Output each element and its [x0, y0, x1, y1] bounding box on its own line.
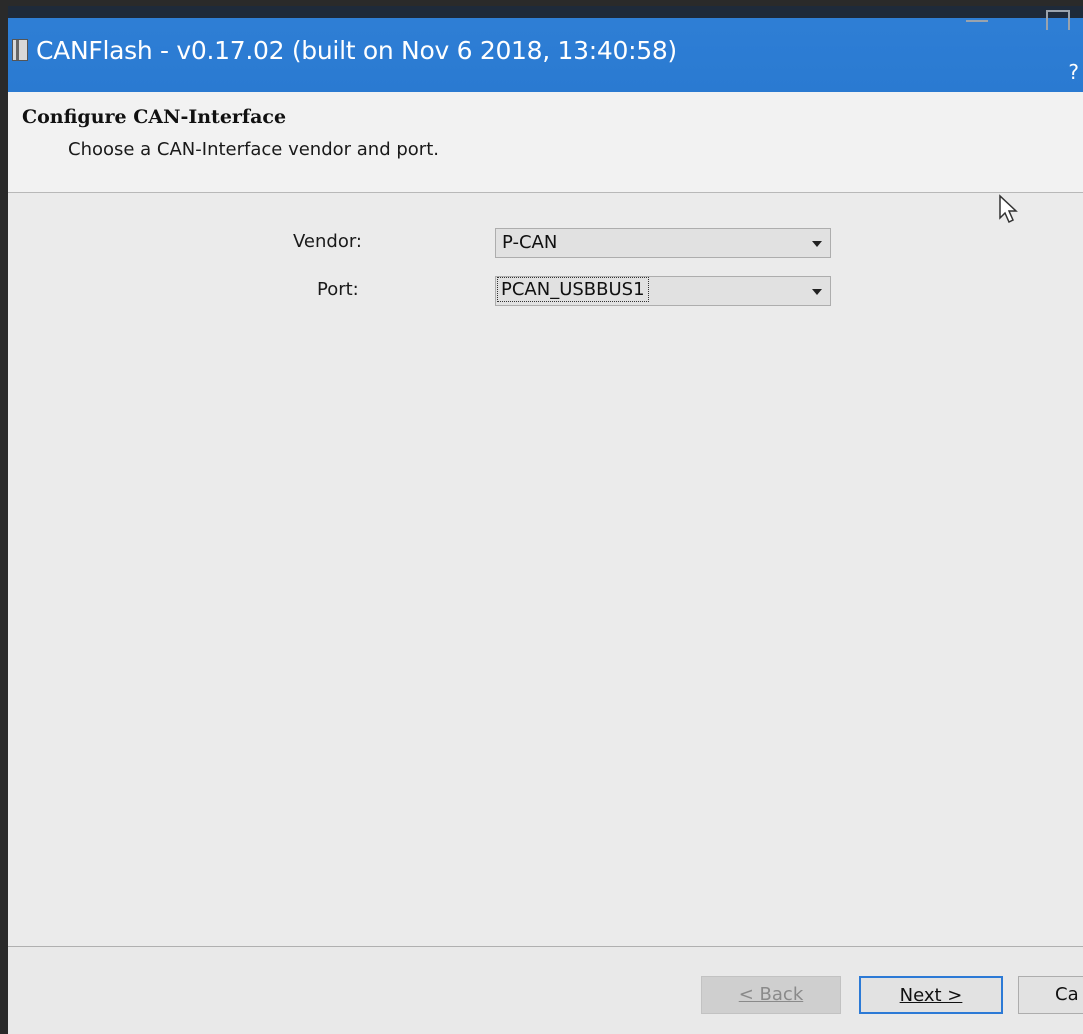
chevron-down-icon[interactable]: [812, 241, 822, 247]
vendor-label: Vendor:: [293, 231, 362, 252]
port-label: Port:: [317, 279, 359, 300]
wizard-window: CANFlash - v0.17.02 (built on Nov 6 2018…: [8, 6, 1083, 1034]
cancel-button-label: Ca: [1055, 984, 1079, 1005]
title-bar[interactable]: CANFlash - v0.17.02 (built on Nov 6 2018…: [8, 6, 1083, 92]
mouse-cursor-icon: [999, 194, 1018, 224]
app-icon[interactable]: [12, 39, 28, 61]
cancel-button[interactable]: Ca: [1018, 976, 1083, 1014]
title-bar-strip: [8, 6, 1083, 18]
next-button[interactable]: Next >: [859, 976, 1003, 1014]
port-dropdown[interactable]: PCAN_USBBUS1: [495, 276, 831, 306]
maximize-icon[interactable]: [1046, 10, 1070, 30]
back-button[interactable]: < Back: [701, 976, 841, 1014]
page-subtitle: Choose a CAN-Interface vendor and port.: [68, 139, 439, 160]
next-button-label: Next >: [899, 985, 963, 1006]
chevron-down-icon[interactable]: [812, 289, 822, 295]
page-title: Configure CAN-Interface: [22, 106, 287, 128]
port-value: PCAN_USBBUS1: [497, 277, 649, 302]
window-title: CANFlash - v0.17.02 (built on Nov 6 2018…: [36, 36, 677, 65]
vendor-dropdown[interactable]: P-CAN: [495, 228, 831, 258]
help-button[interactable]: ?: [1068, 60, 1079, 84]
back-button-label: < Back: [738, 984, 804, 1005]
vendor-value: P-CAN: [502, 232, 558, 253]
minimize-icon[interactable]: [958, 6, 998, 30]
